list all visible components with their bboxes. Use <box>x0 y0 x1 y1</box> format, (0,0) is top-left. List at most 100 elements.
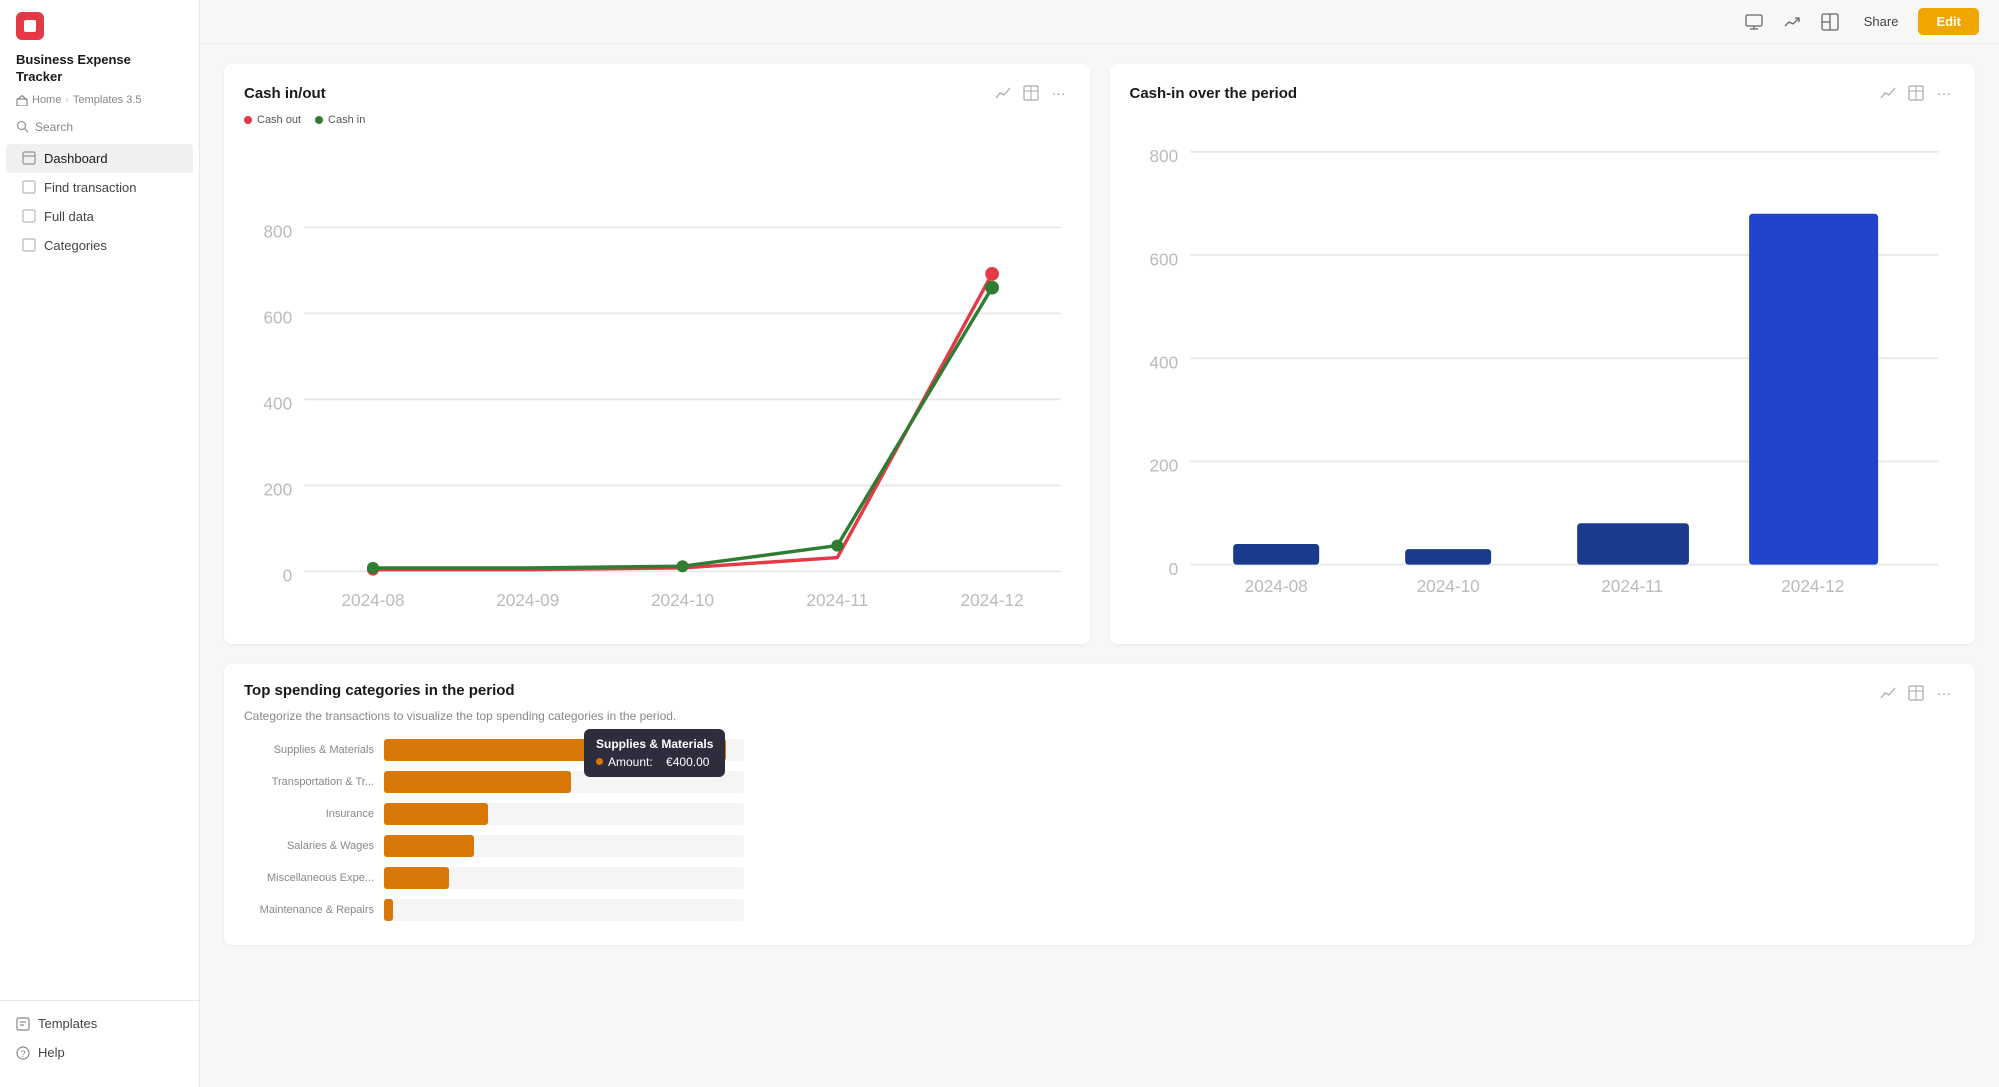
cash-out-point-5 <box>985 267 999 281</box>
svg-text:2024-11: 2024-11 <box>1601 576 1663 596</box>
cash-out-line <box>373 274 992 570</box>
main-content: Cash in/out ··· Cash out <box>200 44 1999 1087</box>
line-chart-icon[interactable] <box>992 82 1014 104</box>
svg-text:800: 800 <box>1149 146 1178 166</box>
bar-label-4: Miscellaneous Expe... <box>244 872 384 884</box>
categories-icon <box>22 238 36 252</box>
spending-table-icon[interactable] <box>1905 682 1927 704</box>
bar-label-3: Salaries & Wages <box>244 840 384 852</box>
spending-icons: ··· <box>1877 682 1955 704</box>
legend-cash-in: Cash in <box>315 114 365 126</box>
more-options-icon2[interactable]: ··· <box>1933 82 1955 104</box>
cash-inout-title: Cash in/out <box>244 85 326 102</box>
bar-row-2: Insurance <box>244 803 744 825</box>
bar-2024-12 <box>1749 214 1878 565</box>
bar-bg-2 <box>384 803 744 825</box>
spending-line-icon[interactable] <box>1877 682 1899 704</box>
bar-bg-5 <box>384 899 744 921</box>
svg-text:2024-11: 2024-11 <box>806 590 868 610</box>
legend-cash-out: Cash out <box>244 114 301 126</box>
bar-2024-11 <box>1577 523 1689 564</box>
sidebar: Business Expense Tracker Home › Template… <box>0 0 200 1087</box>
app-logo <box>16 12 44 40</box>
templates-icon <box>16 1017 30 1031</box>
layout-icon[interactable] <box>1816 8 1844 36</box>
app-title: Business Expense Tracker <box>0 52 199 90</box>
bar-row-5: Maintenance & Repairs <box>244 899 744 921</box>
bar-bg-1 <box>384 771 744 793</box>
svg-text:800: 800 <box>263 222 292 242</box>
svg-text:400: 400 <box>263 394 292 414</box>
spending-bar-chart: Supplies & Materials Amount: €400.00 Sup… <box>244 739 744 921</box>
svg-text:2024-10: 2024-10 <box>1416 576 1479 596</box>
sidebar-bottom: Templates ? Help <box>0 1000 199 1075</box>
bar-bg-0 <box>384 739 744 761</box>
svg-text:2024-08: 2024-08 <box>1244 576 1307 596</box>
svg-text:0: 0 <box>1168 559 1178 579</box>
bar-2024-10 <box>1405 549 1491 564</box>
cash-in-period-svg: 0 200 400 600 800 2024-08 2024-10 <box>1130 114 1956 630</box>
bar-row-1: Transportation & Tr... <box>244 771 744 793</box>
bar-row-4: Miscellaneous Expe... <box>244 867 744 889</box>
cash-in-point-4 <box>831 540 843 552</box>
edit-button[interactable]: Edit <box>1918 8 1979 35</box>
svg-text:200: 200 <box>263 480 292 500</box>
cash-in-period-title: Cash-in over the period <box>1130 85 1298 102</box>
bar-2024-08 <box>1233 544 1319 565</box>
cash-in-period-icons: ··· <box>1877 82 1955 104</box>
bar-fill-5 <box>384 899 393 921</box>
spending-title: Top spending categories in the period <box>244 682 515 699</box>
svg-text:0: 0 <box>283 566 293 586</box>
cash-in-dot <box>315 116 323 124</box>
topbar: Share Edit <box>200 0 1999 44</box>
sidebar-item-categories[interactable]: Categories <box>6 231 193 260</box>
table-icon[interactable] <box>1020 82 1042 104</box>
bar-fill-1 <box>384 771 571 793</box>
spending-more-icon[interactable]: ··· <box>1933 682 1955 704</box>
charts-row: Cash in/out ··· Cash out <box>224 64 1975 644</box>
cash-in-period-header: Cash-in over the period ··· <box>1130 82 1956 104</box>
bar-row-3: Salaries & Wages <box>244 835 744 857</box>
line-chart-icon2[interactable] <box>1877 82 1899 104</box>
more-options-icon[interactable]: ··· <box>1048 82 1070 104</box>
table-icon2[interactable] <box>1905 82 1927 104</box>
svg-text:2024-12: 2024-12 <box>1781 576 1844 596</box>
cash-inout-header: Cash in/out ··· <box>244 82 1070 104</box>
svg-text:600: 600 <box>263 308 292 328</box>
spending-card: Top spending categories in the period ··… <box>224 664 1975 945</box>
cash-inout-icons: ··· <box>992 82 1070 104</box>
cash-in-line <box>373 288 992 568</box>
bar-bg-3 <box>384 835 744 857</box>
bar-fill-2 <box>384 803 488 825</box>
cash-in-point-3 <box>677 560 689 572</box>
bar-label-1: Transportation & Tr... <box>244 776 384 788</box>
cash-in-point-5 <box>985 281 999 295</box>
sidebar-nav: Dashboard Find transaction Full data Cat… <box>0 140 199 1000</box>
svg-text:2024-08: 2024-08 <box>341 590 404 610</box>
sidebar-templates[interactable]: Templates <box>0 1009 199 1038</box>
bar-label-0: Supplies & Materials <box>244 744 384 756</box>
bar-row-0: Supplies & Materials <box>244 739 744 761</box>
monitor-icon[interactable] <box>1740 8 1768 36</box>
svg-text:200: 200 <box>1149 456 1178 476</box>
sidebar-search[interactable]: Search <box>0 114 199 140</box>
svg-text:2024-09: 2024-09 <box>496 590 559 610</box>
trend-icon[interactable] <box>1778 8 1806 36</box>
dashboard-icon <box>22 151 36 165</box>
bar-label-5: Maintenance & Repairs <box>244 904 384 916</box>
bar-fill-3 <box>384 835 474 857</box>
spending-description: Categorize the transactions to visualize… <box>244 708 1955 725</box>
sidebar-item-full-data[interactable]: Full data <box>6 202 193 231</box>
bar-bg-4 <box>384 867 744 889</box>
svg-text:400: 400 <box>1149 353 1178 373</box>
breadcrumb: Home › Templates 3.5 <box>0 90 199 114</box>
cash-in-period-card: Cash-in over the period ··· 0 200 <box>1110 64 1976 644</box>
help-icon: ? <box>16 1046 30 1060</box>
sidebar-item-find-transaction[interactable]: Find transaction <box>6 173 193 202</box>
search-icon <box>16 120 29 133</box>
bar-label-2: Insurance <box>244 808 384 820</box>
sidebar-help[interactable]: ? Help <box>0 1038 199 1067</box>
share-button[interactable]: Share <box>1854 10 1909 33</box>
sidebar-item-dashboard[interactable]: Dashboard <box>6 144 193 173</box>
svg-text:2024-12: 2024-12 <box>961 590 1024 610</box>
